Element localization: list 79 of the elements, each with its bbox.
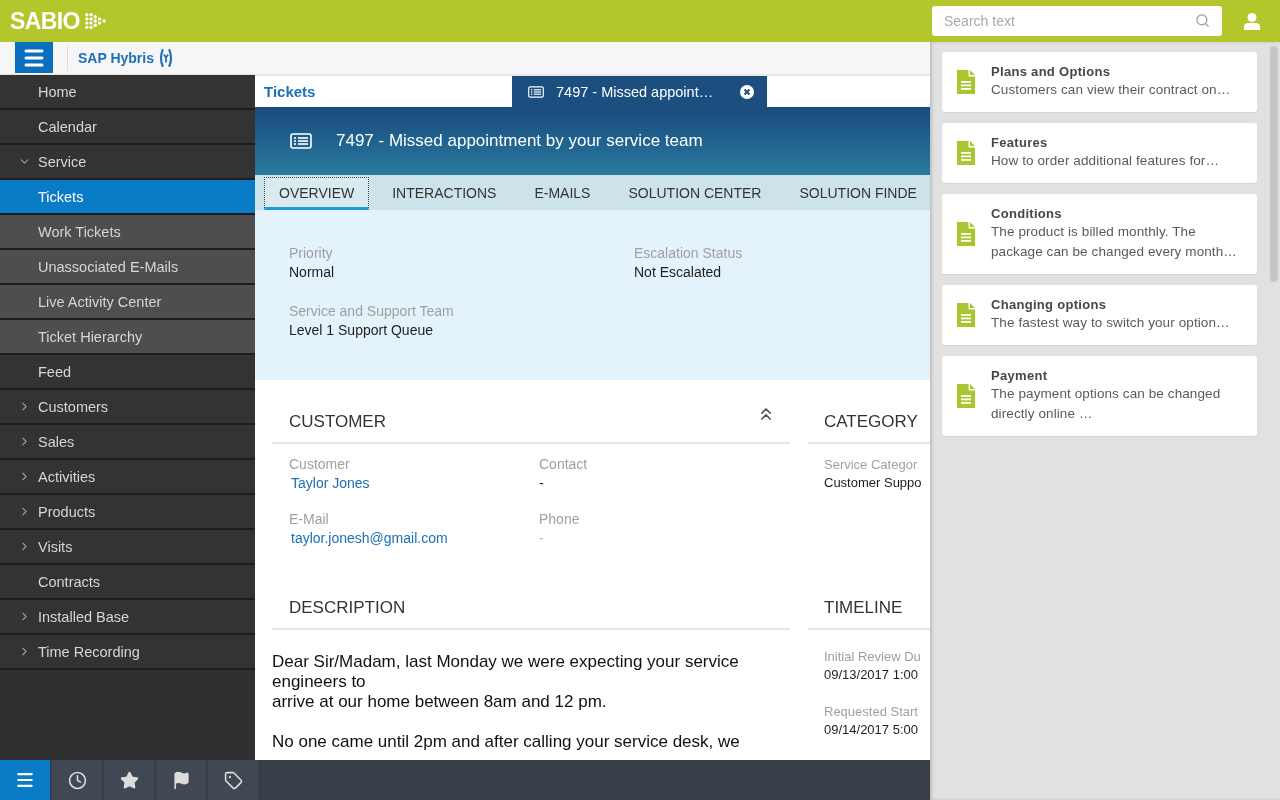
article-title: Payment <box>991 368 1049 384</box>
tab[interactable]: SOLUTION CENTER <box>613 177 777 210</box>
field-value: 09/14/2017 5:00 <box>824 721 918 739</box>
menu-icon <box>15 770 35 790</box>
sidebar-item[interactable]: Live Activity Center <box>0 285 255 320</box>
article-card[interactable]: Conditions The product is billed monthly. The package can be changed every month… <box>942 194 1257 274</box>
field-label: Service and Support Team <box>289 303 454 320</box>
article-card[interactable]: Payment The payment options can be changed directly online … <box>942 356 1257 436</box>
article-card[interactable]: Plans and Options Customers can view their contract on… <box>942 52 1257 112</box>
menu-button[interactable] <box>15 42 53 73</box>
scrollbar-thumb[interactable] <box>1270 46 1278 282</box>
section-title: TIMELINE <box>824 598 903 618</box>
logo-text: SABIO <box>10 8 80 34</box>
field-label: Initial Review Du <box>824 648 921 665</box>
document-icon <box>957 141 975 165</box>
field-value: Customer Suppo <box>824 474 922 492</box>
toolbar-button[interactable] <box>0 760 50 800</box>
section-title: CUSTOMER <box>289 412 386 432</box>
field-value: - <box>539 529 544 548</box>
field-label: Requested Start <box>824 703 918 720</box>
tab[interactable]: OVERVIEW <box>264 177 370 210</box>
field-value: 09/13/2017 1:00 <box>824 666 918 684</box>
field-value: - <box>539 474 544 493</box>
document-icon <box>957 222 975 246</box>
search-field[interactable]: Search text <box>932 6 1222 36</box>
field-link[interactable]: taylor.jonesh@gmail.com <box>289 528 448 548</box>
article-title: Features <box>991 135 1049 151</box>
sidebar-item[interactable]: Unassociated E-Mails <box>0 250 255 285</box>
flag-icon <box>171 770 191 790</box>
dots-icon <box>84 13 106 29</box>
article-summary: The product is billed monthly. The package can be changed every month… <box>991 223 1238 261</box>
field-label: E-Mail <box>289 511 329 528</box>
section-title: CATEGORY <box>824 412 918 432</box>
tab[interactable]: INTERACTIONS <box>377 177 512 210</box>
article-title: Plans and Options <box>991 64 1112 80</box>
field-label: Escalation Status <box>634 245 743 262</box>
description-text: Dear Sir/Madam, last Monday we were expecting your service engineers to arrive at our home between 8am and 12 pm. <box>272 652 740 712</box>
field-label: Service Categor <box>824 456 918 473</box>
toolbar-button[interactable] <box>208 760 258 800</box>
sidebar-item[interactable]: Tickets <box>0 180 255 215</box>
field-value: Level 1 Support Queue <box>289 321 433 340</box>
close-icon[interactable] <box>740 84 754 99</box>
article-title: Conditions <box>991 206 1063 222</box>
document-icon <box>957 384 975 408</box>
sidebar-item[interactable]: Ticket Hierarchy <box>0 320 255 355</box>
clock-icon <box>67 770 87 790</box>
article-summary: The fastest way to switch your option… <box>991 314 1231 332</box>
field-label: Phone <box>539 511 580 528</box>
product-name: SAP Hybris <box>78 50 154 66</box>
article-title: Changing options <box>991 297 1108 313</box>
article-card[interactable]: Changing options The fastest way to switch your option… <box>942 285 1257 345</box>
tab[interactable]: SOLUTION FINDE <box>784 177 920 210</box>
field-label: Customer <box>289 456 350 473</box>
star-icon <box>119 770 139 790</box>
article-summary: How to order additional features for… <box>991 152 1221 170</box>
field-value: Not Escalated <box>634 263 722 282</box>
tab[interactable]: 7497 - Missed appoint… <box>512 76 767 107</box>
field-label: Priority <box>289 245 333 262</box>
tag-icon <box>223 770 243 790</box>
toolbar-button[interactable] <box>104 760 154 800</box>
list-icon <box>290 133 312 149</box>
description-text: No one came until 2pm and after calling your service desk, we <box>272 732 741 752</box>
article-summary: The payment options can be changed directly online … <box>991 385 1222 423</box>
field-link[interactable]: Taylor Jones <box>289 473 370 493</box>
list-icon <box>528 85 544 98</box>
sidebar-item[interactable]: Work Tickets <box>0 215 255 250</box>
tab[interactable]: E-MAILS <box>519 177 606 210</box>
article-summary: Customers can view their contract on… <box>991 81 1232 99</box>
section-title: DESCRIPTION <box>289 598 406 618</box>
field-value: Normal <box>289 263 335 282</box>
field-label: Contact <box>539 456 588 473</box>
document-icon <box>957 303 975 327</box>
toolbar-button[interactable] <box>52 760 102 800</box>
search-icon <box>1195 13 1210 28</box>
logo-mark-icon <box>159 48 173 68</box>
document-icon <box>957 70 975 94</box>
article-card[interactable]: Features How to order additional features for… <box>942 123 1257 183</box>
toolbar-button[interactable] <box>156 760 206 800</box>
ticket-title: 7497 - Missed appointment by your service team <box>336 131 703 151</box>
